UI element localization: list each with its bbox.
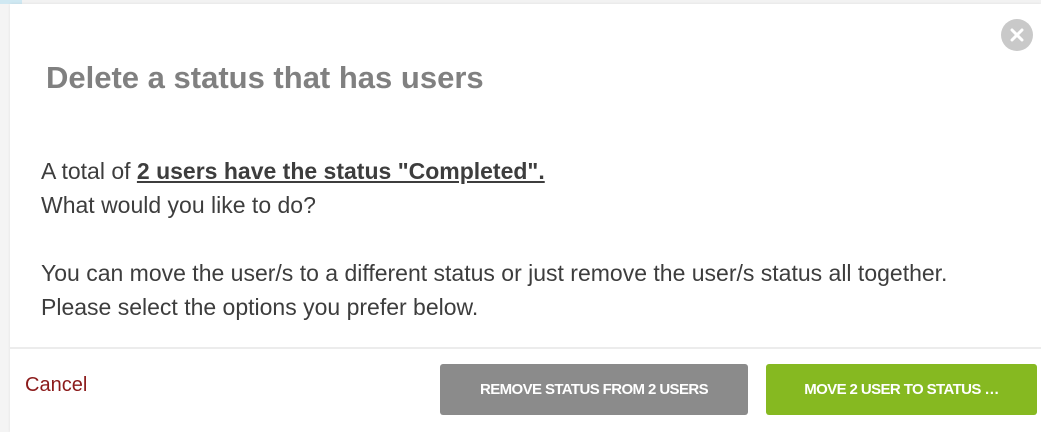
footer-divider [10, 347, 1041, 349]
message-prefix: A total of [41, 158, 137, 184]
cancel-link[interactable]: Cancel [25, 374, 87, 397]
message-line-3: You can move the user/s to a different s… [41, 260, 948, 286]
users-with-status-link[interactable]: 2 users have the status "Completed". [137, 158, 545, 184]
move-users-to-status-button[interactable]: MOVE 2 USER TO STATUS … [766, 364, 1037, 415]
dialog-title: Delete a status that has users [46, 60, 484, 95]
delete-status-dialog: Delete a status that has users A total o… [10, 4, 1041, 432]
page: Delete a status that has users A total o… [0, 0, 1041, 432]
message-line-2: What would you like to do? [41, 192, 316, 218]
close-button[interactable] [1001, 19, 1033, 51]
close-icon [1010, 28, 1024, 42]
remove-status-button[interactable]: REMOVE STATUS FROM 2 USERS [440, 364, 748, 415]
message-line-1: A total of 2 users have the status "Comp… [41, 154, 1031, 188]
message-line-4: Please select the options you prefer bel… [41, 294, 479, 320]
background-page-edge [0, 0, 10, 432]
dialog-message: A total of 2 users have the status "Comp… [41, 154, 1031, 324]
